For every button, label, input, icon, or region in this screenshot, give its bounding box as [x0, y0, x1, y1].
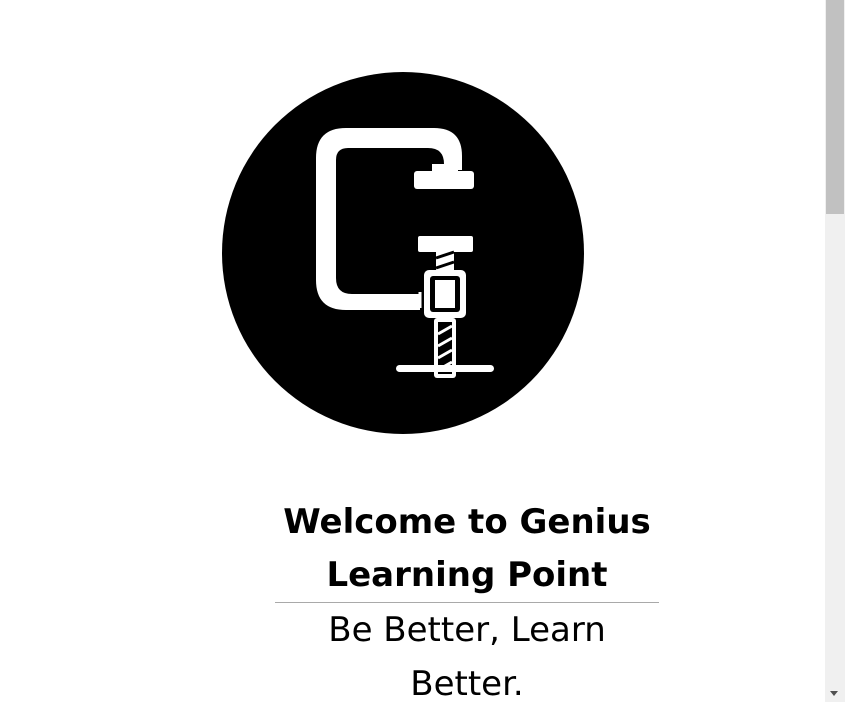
- vertical-scrollbar[interactable]: [825, 0, 845, 702]
- welcome-block: Welcome to Genius Learning Point Be Bett…: [275, 496, 659, 702]
- scrollbar-thumb[interactable]: [826, 0, 844, 214]
- tagline: Be Better, Learn Better.: [328, 610, 606, 702]
- chevron-down-icon[interactable]: [830, 691, 838, 696]
- welcome-title: Welcome to Genius Learning Point: [283, 502, 651, 595]
- page-viewport: Welcome to Genius Learning Point Be Bett…: [0, 0, 825, 702]
- clamp-g-logo-icon: [222, 72, 584, 434]
